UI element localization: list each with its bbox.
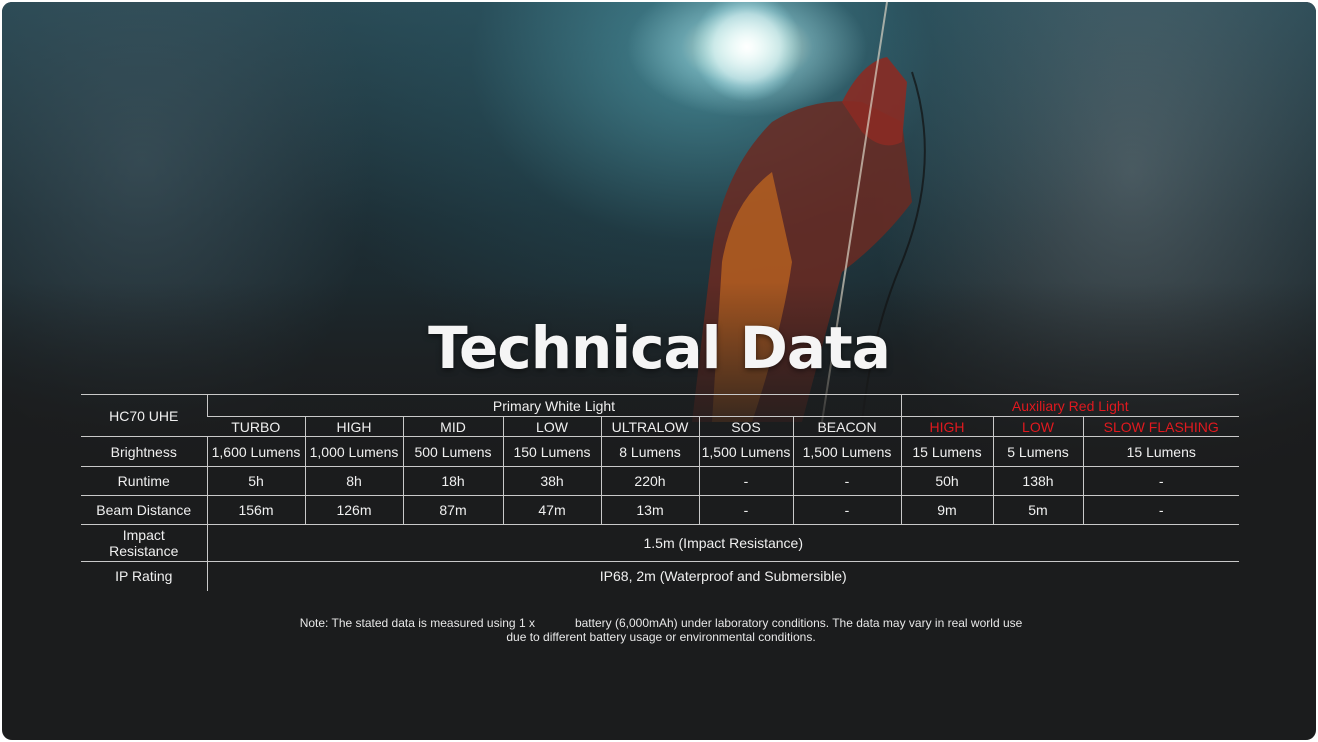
table-cell: - bbox=[698, 466, 793, 496]
table-cell: 8h bbox=[304, 466, 403, 496]
footnote-part2: battery (6,000mAh) under laboratory cond… bbox=[574, 616, 1023, 630]
table-cell: - bbox=[792, 495, 901, 525]
table-cell: 138h bbox=[992, 466, 1083, 496]
table-row-runtime: Runtime 5h 8h 18h 38h 220h - - 50h 138h … bbox=[81, 466, 1239, 496]
table-cell: 9m bbox=[900, 495, 993, 525]
table-cell: 1,500 Lumens bbox=[792, 436, 901, 467]
mode-mid: MID bbox=[402, 416, 503, 437]
group-primary-white-light: Primary White Light bbox=[206, 394, 901, 417]
row-label: Beam Distance bbox=[81, 495, 207, 525]
aux-mode-low: LOW bbox=[992, 416, 1083, 437]
table-cell: 47m bbox=[502, 495, 601, 525]
table-cell: - bbox=[792, 466, 901, 496]
spec-table: HC70 UHE Primary White Light Auxiliary R… bbox=[81, 394, 1239, 591]
mode-beacon: BEACON bbox=[792, 416, 901, 437]
table-cell: 150 Lumens bbox=[502, 436, 601, 467]
table-row-brightness: Brightness 1,600 Lumens 1,000 Lumens 500… bbox=[81, 436, 1239, 467]
footnote-part1: Note: The stated data is measured using … bbox=[299, 616, 535, 630]
table-cell: 15 Lumens bbox=[900, 436, 993, 467]
table-row-ip-rating: IP Rating IP68, 2m (Waterproof and Subme… bbox=[81, 561, 1239, 591]
aux-mode-slow-flashing: SLOW FLASHING bbox=[1082, 416, 1239, 437]
table-cell: - bbox=[1082, 466, 1239, 496]
table-cell: 1,600 Lumens bbox=[206, 436, 305, 467]
table-row-beam-distance: Beam Distance 156m 126m 87m 47m 13m - - … bbox=[81, 495, 1239, 525]
table-row-impact-resistance: Impact Resistance 1.5m (Impact Resistanc… bbox=[81, 524, 1239, 562]
table-cell: 50h bbox=[900, 466, 993, 496]
table-cell: 156m bbox=[206, 495, 305, 525]
table-cell: - bbox=[698, 495, 793, 525]
table-cell: 15 Lumens bbox=[1082, 436, 1239, 467]
footnote: Note: The stated data is measured using … bbox=[2, 616, 1316, 644]
mode-turbo: TURBO bbox=[207, 416, 305, 437]
table-cell: 5 Lumens bbox=[992, 436, 1083, 467]
impact-value: 1.5m (Impact Resistance) bbox=[206, 524, 1239, 562]
mode-high: HIGH bbox=[304, 416, 403, 437]
group-auxiliary-red-light: Auxiliary Red Light bbox=[900, 394, 1239, 417]
mode-ultralow: ULTRALOW bbox=[600, 416, 699, 437]
page-title: Technical Data bbox=[428, 314, 891, 382]
table-cell: 1,000 Lumens bbox=[304, 436, 403, 467]
table-cell: 87m bbox=[402, 495, 503, 525]
table-cell: 220h bbox=[600, 466, 699, 496]
product-spec-banner: Technical Data HC70 UHE Primary White Li… bbox=[2, 2, 1316, 740]
impact-label-line1: Impact bbox=[122, 527, 165, 543]
table-header-modes: TURBO HIGH MID LOW ULTRALOW SOS BEACON H… bbox=[81, 416, 1239, 437]
row-label: Impact Resistance bbox=[81, 524, 207, 562]
table-cell: 8 Lumens bbox=[600, 436, 699, 467]
table-cell: 13m bbox=[600, 495, 699, 525]
table-cell: 5m bbox=[992, 495, 1083, 525]
row-label: IP Rating bbox=[115, 568, 173, 585]
mode-low: LOW bbox=[502, 416, 601, 437]
table-cell: 126m bbox=[304, 495, 403, 525]
table-cell: 500 Lumens bbox=[402, 436, 503, 467]
table-cell: 38h bbox=[502, 466, 601, 496]
model-cell: HC70 UHE bbox=[81, 394, 207, 437]
ip-value: IP68, 2m (Waterproof and Submersible) bbox=[206, 561, 1239, 591]
table-cell: 18h bbox=[402, 466, 503, 496]
table-cell: - bbox=[1082, 495, 1239, 525]
mode-sos: SOS bbox=[698, 416, 793, 437]
row-label: Brightness bbox=[81, 436, 207, 467]
table-header-groups: HC70 UHE Primary White Light Auxiliary R… bbox=[81, 394, 1239, 437]
table-cell: 1,500 Lumens bbox=[698, 436, 793, 467]
aux-mode-high: HIGH bbox=[900, 416, 993, 437]
row-label: Runtime bbox=[81, 466, 207, 496]
table-cell: 5h bbox=[206, 466, 305, 496]
impact-label-line2: Resistance bbox=[109, 543, 179, 559]
footnote-line2: due to different battery usage or enviro… bbox=[506, 630, 816, 644]
